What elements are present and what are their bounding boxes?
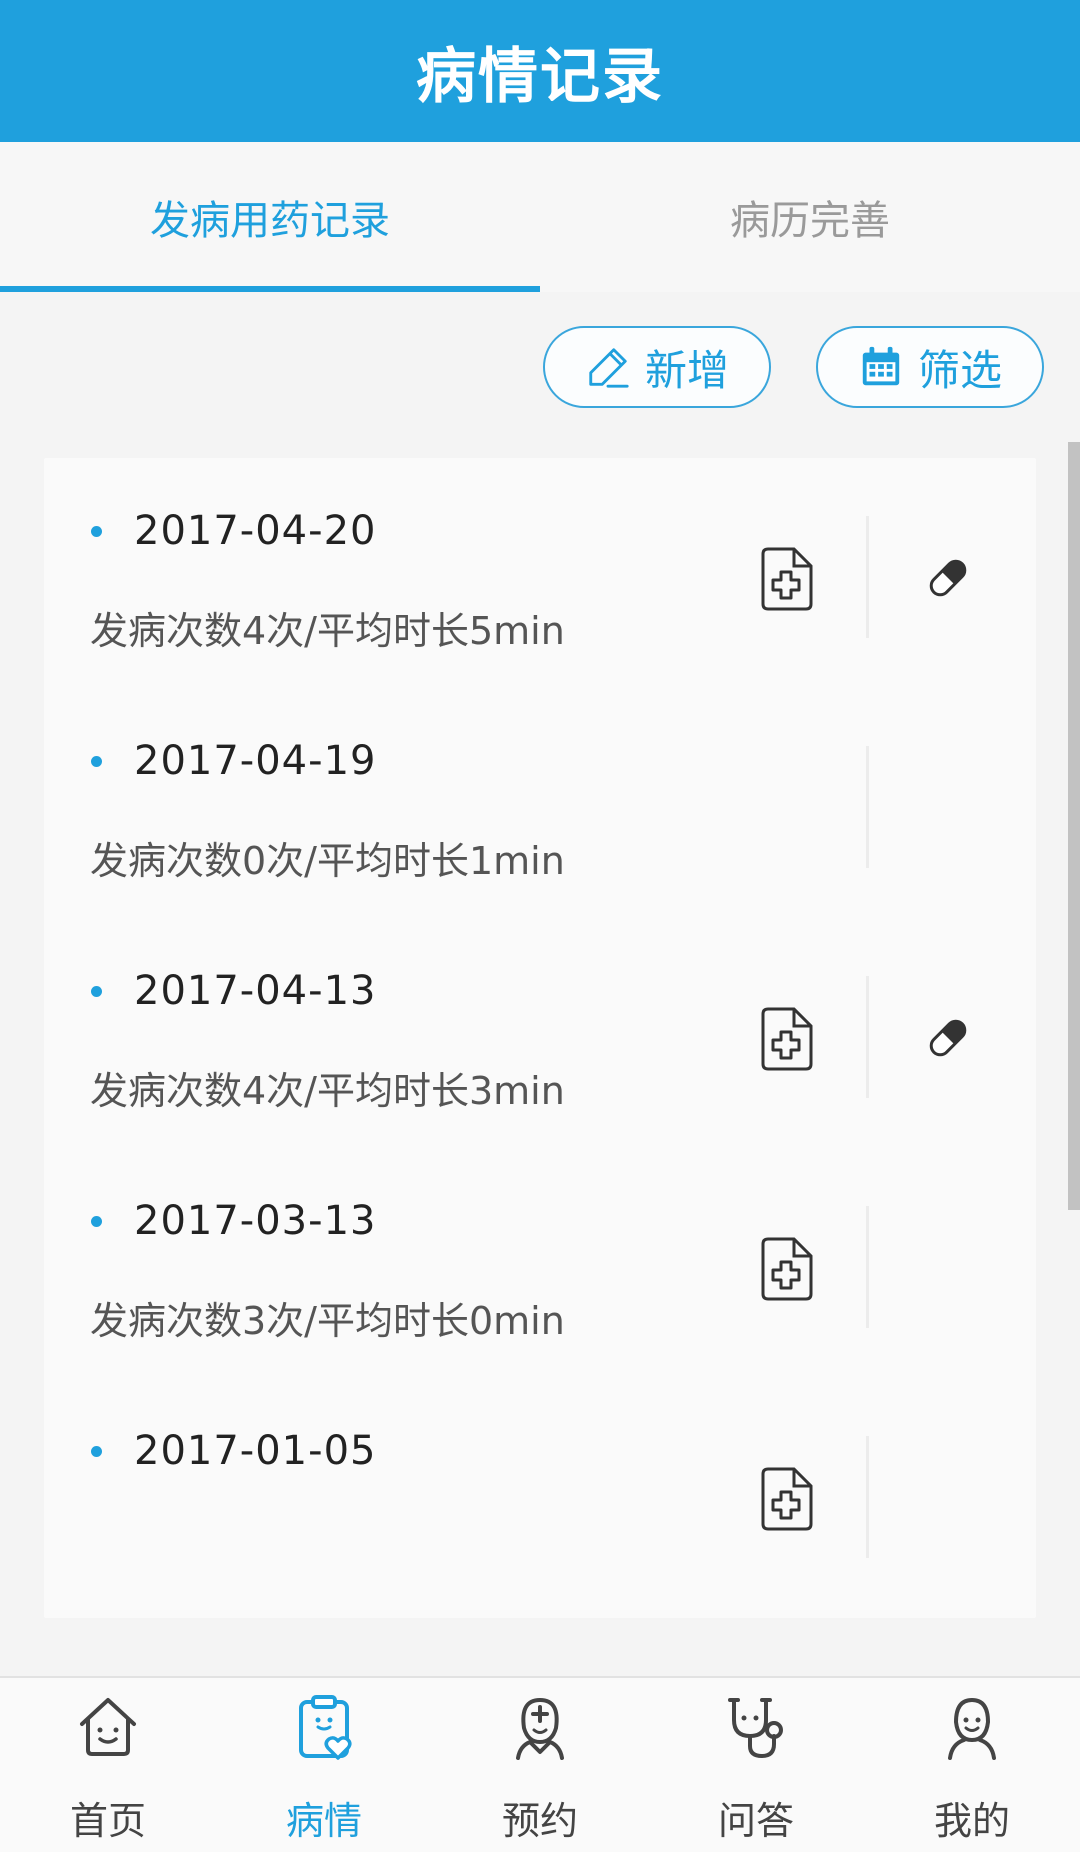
medical-record-icon[interactable] xyxy=(758,546,814,612)
medicine-capsule-icon[interactable] xyxy=(924,1014,972,1062)
tab-onset-medication-record[interactable]: 发病用药记录 xyxy=(0,142,540,292)
bullet-dot xyxy=(91,986,102,997)
add-button-label: 新增 xyxy=(644,345,729,395)
filter-button-label: 筛选 xyxy=(917,345,1002,395)
add-button[interactable]: 新增 xyxy=(543,326,771,408)
pen-icon xyxy=(589,348,629,388)
nav-label: 病情 xyxy=(285,1799,362,1843)
record-summary: 发病次数0次/平均时长1min xyxy=(90,839,565,883)
toolbar: 新增 筛选 xyxy=(0,292,1080,442)
vertical-divider xyxy=(866,746,869,868)
record-summary: 发病次数3次/平均时长0min xyxy=(90,1299,565,1343)
vertical-divider xyxy=(866,516,869,638)
record-card[interactable]: 2017-04-13 发病次数4次/平均时长3min xyxy=(44,918,1036,1158)
page-title: 病情记录 xyxy=(416,41,664,112)
record-date: 2017-04-19 xyxy=(134,738,377,784)
calendar-icon xyxy=(862,346,900,386)
record-date: 2017-04-13 xyxy=(134,968,377,1014)
record-card[interactable]: 2017-04-20 发病次数4次/平均时长5min xyxy=(44,458,1036,698)
nav-item-qa[interactable]: 问答 xyxy=(648,1678,864,1852)
record-date: 2017-04-20 xyxy=(134,508,377,554)
bullet-dot xyxy=(91,1446,102,1457)
scrollbar[interactable] xyxy=(1068,442,1080,1210)
bullet-dot xyxy=(91,526,102,537)
record-summary: 发病次数4次/平均时长5min xyxy=(90,609,565,653)
record-card[interactable]: 2017-01-05 xyxy=(44,1378,1036,1618)
vertical-divider xyxy=(866,976,869,1098)
vertical-divider xyxy=(866,1436,869,1558)
nav-label: 预约 xyxy=(501,1799,578,1843)
nav-item-home[interactable]: 首页 xyxy=(0,1678,216,1852)
bullet-dot xyxy=(91,1216,102,1227)
medical-record-icon[interactable] xyxy=(758,1466,814,1532)
tab-medical-history[interactable]: 病历完善 xyxy=(540,142,1080,292)
stethoscope-icon xyxy=(728,1698,783,1759)
nav-label: 问答 xyxy=(717,1799,794,1843)
app-screen: 病情记录 发病用药记录 病历完善 新增 筛选 2017-04-20 发病次数4次… xyxy=(0,0,1080,1852)
record-summary: 发病次数4次/平均时长3min xyxy=(90,1069,565,1113)
nav-label: 我的 xyxy=(933,1799,1010,1843)
nav-item-appointment[interactable]: 预约 xyxy=(432,1678,648,1852)
home-icon xyxy=(80,1698,136,1756)
medical-record-icon[interactable] xyxy=(758,1006,814,1072)
user-icon xyxy=(948,1698,996,1760)
doctor-icon xyxy=(516,1698,564,1760)
vertical-divider xyxy=(866,1206,869,1328)
record-card[interactable]: 2017-04-19 发病次数0次/平均时长1min xyxy=(44,688,1036,928)
medical-record-icon[interactable] xyxy=(758,1236,814,1302)
record-list: 2017-04-20 发病次数4次/平均时长5min 2017-04-19 发病… xyxy=(44,458,1036,1676)
nav-label: 首页 xyxy=(69,1799,146,1843)
record-date: 2017-01-05 xyxy=(134,1428,377,1474)
nav-item-condition[interactable]: 病情 xyxy=(216,1678,432,1852)
record-card[interactable]: 2017-03-13 发病次数3次/平均时长0min xyxy=(44,1148,1036,1388)
bottom-navigation: 首页 病情 预约 问答 我的 xyxy=(0,1676,1080,1852)
nav-item-mine[interactable]: 我的 xyxy=(864,1678,1080,1852)
record-date: 2017-03-13 xyxy=(134,1198,377,1244)
tab-bar: 发病用药记录 病历完善 xyxy=(0,142,1080,292)
filter-button[interactable]: 筛选 xyxy=(816,326,1044,408)
clipboard-heart-icon xyxy=(299,1695,352,1760)
medicine-capsule-icon[interactable] xyxy=(924,554,972,602)
app-header: 病情记录 xyxy=(0,0,1080,142)
bullet-dot xyxy=(91,756,102,767)
